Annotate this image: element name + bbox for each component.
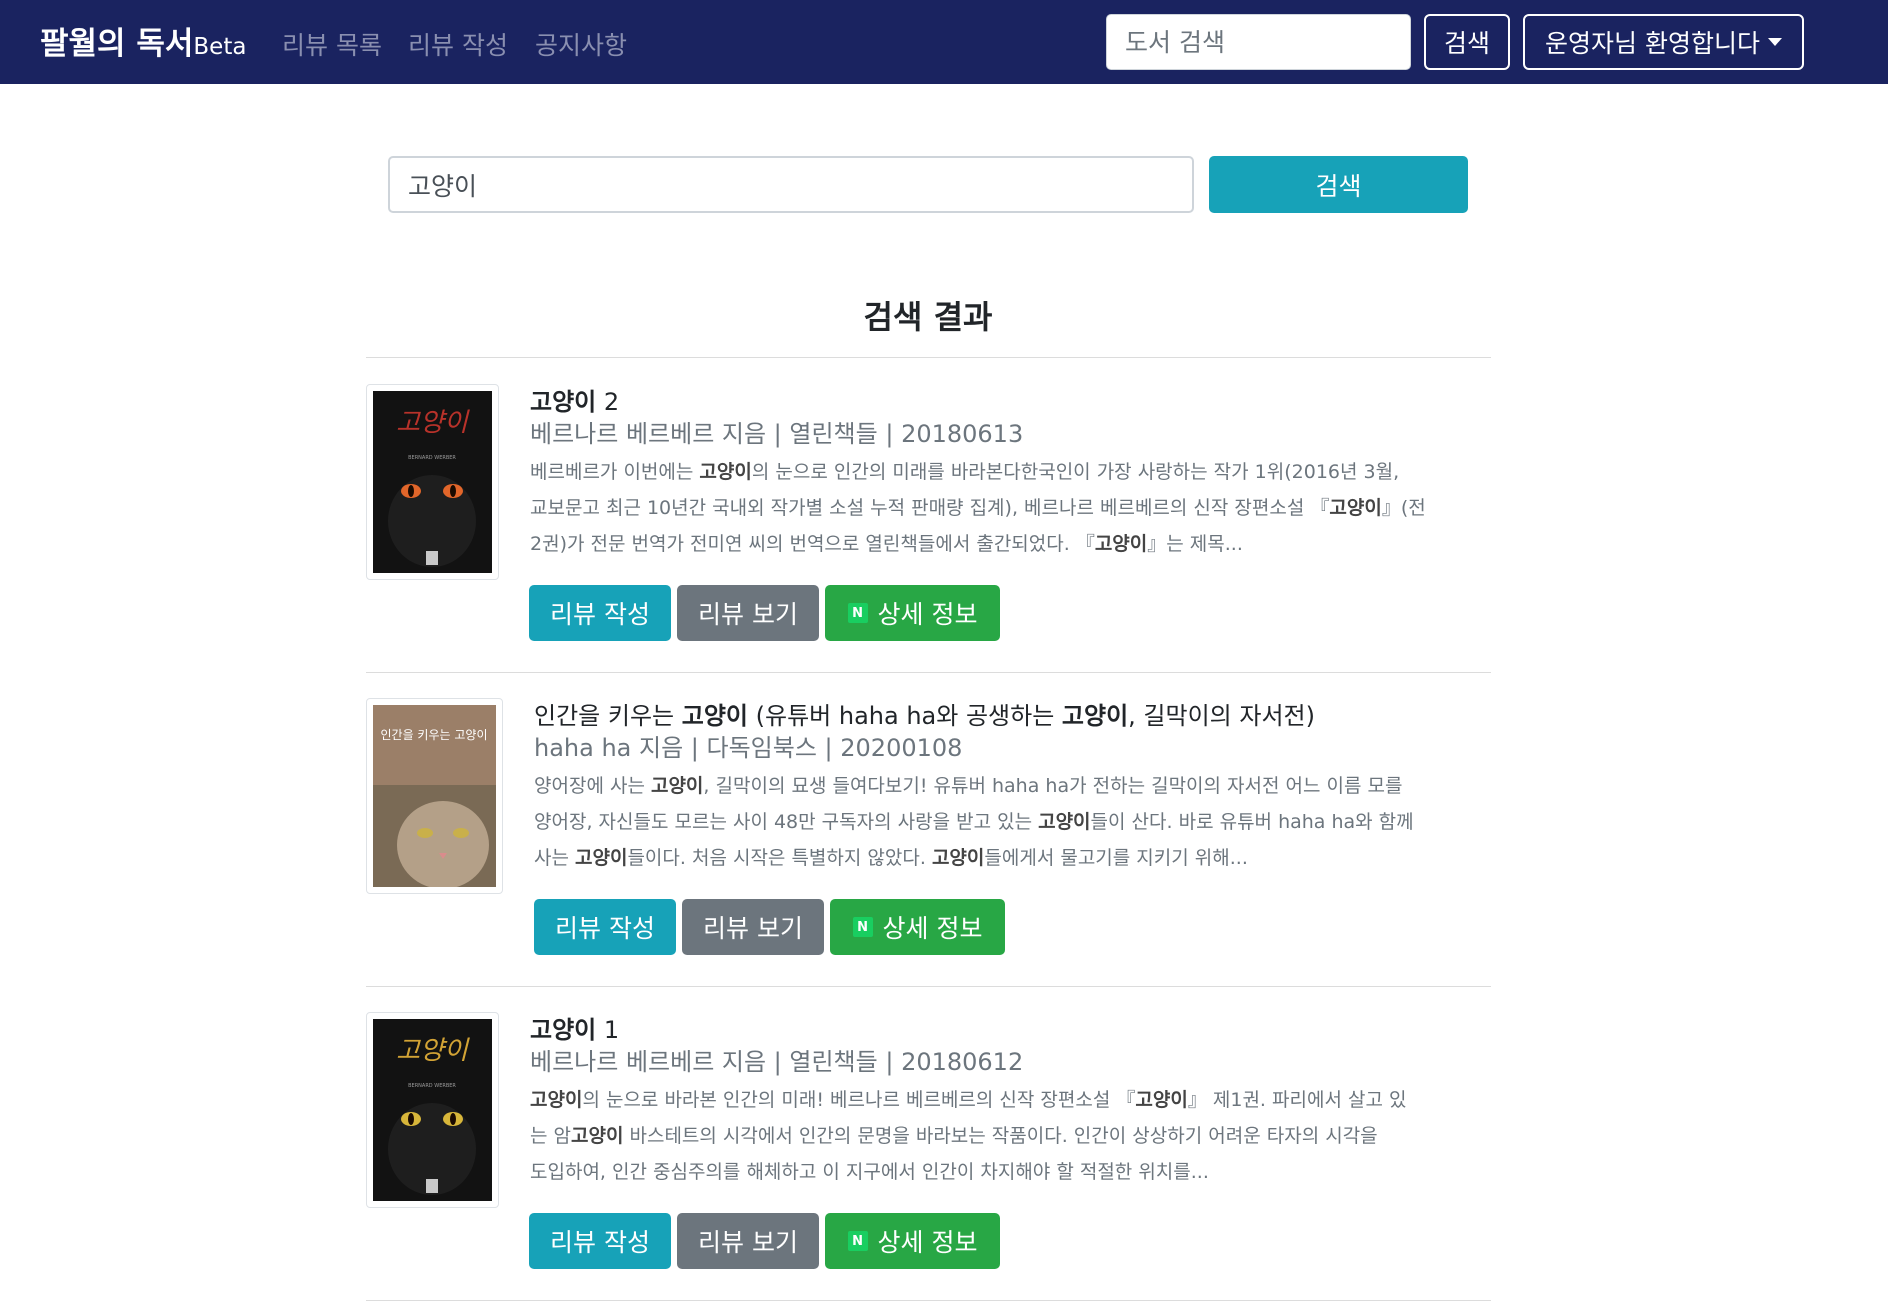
chevron-down-icon	[1767, 38, 1782, 46]
book-author-publisher-date: 베르나르 베르베르 지음 | 열린책들 | 20180612	[530, 1048, 1024, 1076]
book-info: 고양이 2 베르나르 베르베르 지음 | 열린책들 | 20180613 베르베…	[530, 386, 1471, 562]
naver-icon: N	[847, 603, 868, 623]
detail-label: 상세 정보	[877, 600, 978, 629]
result-item: 인간을 키우는 고양이 인간을 키우는 고양이 (유튜버 haha ha와 공생…	[366, 698, 1491, 958]
description-line: 베르베르가 이번에는 고양이의 눈으로 인간의 미래를 바라본다한국인이 가장 …	[530, 461, 1400, 483]
book-cover-image: 고양이 BERNARD WERBER	[373, 1019, 492, 1201]
book-cover-image: 고양이 BERNARD WERBER	[373, 391, 492, 573]
divider	[366, 1300, 1491, 1301]
description-line: 양어장, 자신들도 모르는 사이 48만 구독자의 사랑을 받고 있는 고양이들…	[534, 811, 1414, 833]
cover-title: 고양이	[396, 408, 470, 438]
brand-beta-label: Beta	[193, 34, 247, 60]
description-line: 도입하여, 인간 중심주의를 해체하고 이 지구에서 인간이 차지해야 할 적절…	[530, 1161, 1209, 1183]
description-line: 는 암고양이 바스테트의 시각에서 인간의 문명을 바라보는 작품이다. 인간이…	[530, 1125, 1378, 1147]
detail-info-button[interactable]: N 상세 정보	[825, 1213, 1000, 1269]
description-line: 2권)가 전문 번역가 전미연 씨의 번역으로 열린책들에서 출간되었다. 『고…	[530, 533, 1243, 555]
nav-link-review-list[interactable]: 리뷰 목록	[282, 26, 382, 62]
cat-eyes-cover-art: 고양이 BERNARD WERBER	[388, 1036, 476, 1195]
book-info: 인간을 키우는 고양이 (유튜버 haha ha와 공생하는 고양이, 길막이의…	[534, 700, 1471, 876]
book-search-input[interactable]	[388, 156, 1194, 213]
book-description: 양어장에 사는 고양이, 길막이의 묘생 들여다보기! 유튜버 haha ha가…	[534, 768, 1471, 876]
view-review-button[interactable]: 리뷰 보기	[677, 585, 819, 641]
cover-author: BERNARD WERBER	[408, 455, 456, 461]
title-part: 2	[596, 388, 620, 416]
title-part: , 길막이의 자서전)	[1128, 702, 1315, 730]
write-review-button[interactable]: 리뷰 작성	[529, 1213, 671, 1269]
detail-info-button[interactable]: N 상세 정보	[825, 585, 1000, 641]
title-part: 고양이	[530, 388, 597, 416]
divider	[366, 986, 1491, 987]
book-cover-image: 인간을 키우는 고양이	[373, 705, 496, 887]
naver-icon: N	[847, 1231, 868, 1251]
book-author-publisher-date: haha ha 지음 | 다독임북스 | 20200108	[534, 734, 963, 762]
book-cover-thumbnail[interactable]: 고양이 BERNARD WERBER	[366, 1012, 499, 1208]
nav-link-write-review[interactable]: 리뷰 작성	[408, 26, 508, 62]
top-navbar: 팔월의 독서Beta 리뷰 목록 리뷰 작성 공지사항 검색 운영자님 환영합니…	[0, 0, 1888, 84]
description-line: 교보문고 최근 10년간 국내외 작가별 소설 누적 판매량 집계), 베르나르…	[530, 497, 1426, 519]
description-line: 사는 고양이들이다. 처음 시작은 특별하지 않았다. 고양이들에게서 물고기를…	[534, 847, 1248, 869]
write-review-button[interactable]: 리뷰 작성	[534, 899, 676, 955]
description-line: 고양이의 눈으로 바라본 인간의 미래! 베르나르 베르베르의 신작 장편소설 …	[530, 1089, 1407, 1111]
result-actions: 리뷰 작성 리뷰 보기 N 상세 정보	[534, 899, 1005, 955]
navbar-search-button[interactable]: 검색	[1424, 14, 1510, 70]
detail-info-button[interactable]: N 상세 정보	[830, 899, 1005, 955]
results-heading: 검색 결과	[863, 298, 993, 336]
book-title[interactable]: 인간을 키우는 고양이 (유튜버 haha ha와 공생하는 고양이, 길막이의…	[534, 700, 1471, 732]
brand-name[interactable]: 팔월의 독서	[40, 26, 193, 62]
user-menu-label: 운영자님 환영합니다	[1545, 29, 1760, 58]
view-review-button[interactable]: 리뷰 보기	[682, 899, 824, 955]
book-cover-thumbnail[interactable]: 인간을 키우는 고양이	[366, 698, 503, 894]
write-review-button[interactable]: 리뷰 작성	[529, 585, 671, 641]
book-author-publisher-date: 베르나르 베르베르 지음 | 열린책들 | 20180613	[530, 420, 1024, 448]
detail-label: 상세 정보	[882, 914, 983, 943]
book-title[interactable]: 고양이 2	[530, 386, 1471, 418]
book-search-button[interactable]: 검색	[1209, 156, 1468, 213]
cover-title: 고양이	[396, 1036, 470, 1066]
title-part: (유튜버 haha ha와 공생하는	[748, 702, 1062, 730]
title-part: 인간을 키우는	[534, 702, 682, 730]
user-menu-dropdown[interactable]: 운영자님 환영합니다	[1523, 14, 1804, 70]
book-title[interactable]: 고양이 1	[530, 1014, 1471, 1046]
result-actions: 리뷰 작성 리뷰 보기 N 상세 정보	[529, 1213, 1000, 1269]
cover-title: 인간을 키우는 고양이	[381, 728, 488, 742]
result-actions: 리뷰 작성 리뷰 보기 N 상세 정보	[529, 585, 1000, 641]
result-item: 고양이 BERNARD WERBER 고양이 1 베르나르 베르베르 지음 | …	[366, 1012, 1491, 1272]
book-info: 고양이 1 베르나르 베르베르 지음 | 열린책들 | 20180612 고양이…	[530, 1014, 1471, 1190]
book-description: 베르베르가 이번에는 고양이의 눈으로 인간의 미래를 바라본다한국인이 가장 …	[530, 454, 1471, 562]
title-part: 1	[596, 1016, 620, 1044]
description-line: 양어장에 사는 고양이, 길막이의 묘생 들여다보기! 유튜버 haha ha가…	[534, 775, 1403, 797]
naver-icon: N	[852, 917, 873, 937]
title-part: 고양이	[530, 1016, 597, 1044]
navbar-search-input[interactable]	[1106, 14, 1411, 70]
cat-eyes-cover-art: 고양이 BERNARD WERBER	[388, 408, 476, 567]
book-description: 고양이의 눈으로 바라본 인간의 미래! 베르나르 베르베르의 신작 장편소설 …	[530, 1082, 1471, 1190]
title-part: 고양이	[1061, 702, 1129, 730]
cover-author: BERNARD WERBER	[408, 1083, 456, 1089]
nav-link-notice[interactable]: 공지사항	[535, 26, 627, 62]
divider	[366, 357, 1491, 358]
cat-photo-cover-art: 인간을 키우는 고양이	[373, 705, 496, 887]
title-part: 고양이	[681, 702, 748, 730]
view-review-button[interactable]: 리뷰 보기	[677, 1213, 819, 1269]
book-cover-thumbnail[interactable]: 고양이 BERNARD WERBER	[366, 384, 499, 580]
detail-label: 상세 정보	[877, 1228, 978, 1257]
brand-logo[interactable]: 팔월의 독서Beta	[40, 18, 246, 63]
divider	[366, 672, 1491, 673]
result-item: 고양이 BERNARD WERBER 고양이 2 베르나르 베르베르 지음 | …	[366, 384, 1491, 644]
